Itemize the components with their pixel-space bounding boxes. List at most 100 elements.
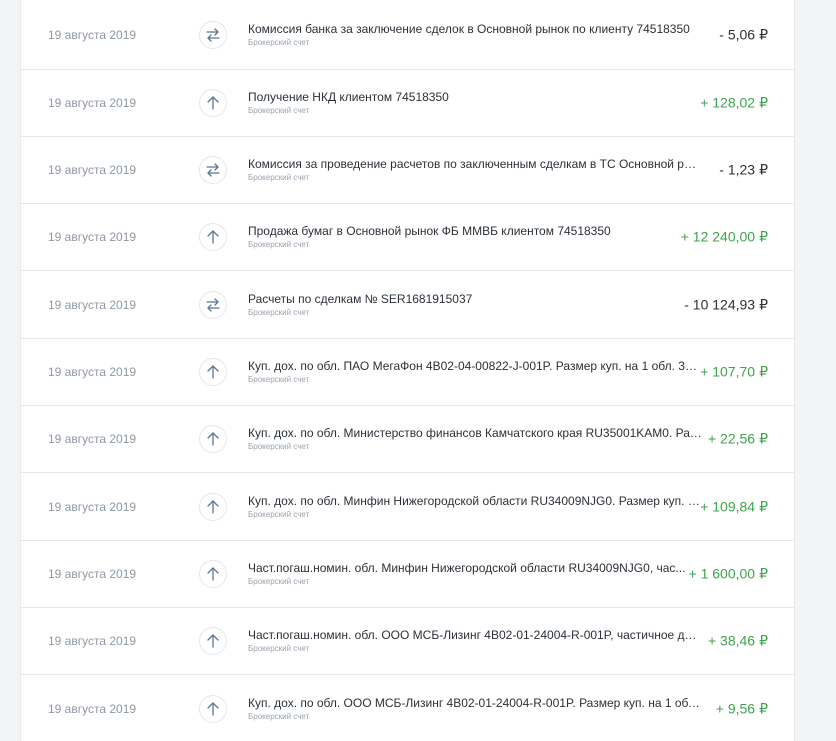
amount-value: + 22,56 — [707, 430, 756, 447]
operation-description: Част.погаш.номин. обл. ООО МСБ-Лизинг 4B… — [248, 628, 703, 654]
operation-date: 19 августа 2019 — [48, 298, 137, 312]
operation-row[interactable]: 19 августа 2019 Получение НКД клиентом 74… — [21, 70, 794, 137]
operation-account: Брокерский счет — [248, 510, 310, 519]
operation-title: Куп. дох. по обл. Министерство финансов … — [248, 426, 703, 440]
operation-amount: - 10 124,93 ₽ — [684, 297, 768, 314]
amount-value: - 10 124,93 — [684, 296, 756, 313]
currency-symbol: ₽ — [759, 161, 768, 178]
amount-value: + 38,46 — [707, 632, 756, 649]
operation-title: Куп. дох. по обл. ПАО МегаФон 4B02-04-00… — [248, 359, 703, 373]
amount-value: - 5,06 — [719, 26, 756, 42]
currency-symbol: ₽ — [759, 26, 768, 42]
operation-date: 19 августа 2019 — [48, 634, 137, 648]
operation-description: Получение НКД клиентом 74518350 Брокерски… — [248, 90, 703, 116]
operation-row[interactable]: 19 августа 2019 Куп. дох. по обл. ООО МСБ… — [21, 676, 794, 741]
operation-account: Брокерский счет — [248, 240, 310, 249]
operation-amount: + 109,84 ₽ — [700, 499, 768, 516]
operation-amount: + 38,46 ₽ — [708, 633, 768, 650]
operation-description: Куп. дох. по обл. Министерство финансов … — [248, 426, 703, 452]
amount-value: + 109,84 — [700, 498, 756, 515]
operation-title: Куп. дох. по обл. Минфин Нижегородской о… — [248, 494, 703, 508]
operation-description: Куп. дох. по обл. ООО МСБ-Лизинг 4B02-01… — [248, 696, 703, 722]
operation-row[interactable]: 19 августа 2019 Куп. дох. по обл. Министе… — [21, 406, 794, 473]
amount-value: + 12 240,00 — [680, 228, 756, 245]
operation-row[interactable]: 19 августа 2019 Продажа бумаг в Основной … — [21, 204, 794, 271]
operation-date: 19 августа 2019 — [48, 500, 137, 514]
operation-title: Комиссия банка за заключение сделок в Ос… — [248, 21, 690, 36]
currency-symbol: ₽ — [759, 94, 768, 111]
operation-title: Част.погаш.номин. обл. Минфин Нижегородс… — [248, 561, 686, 575]
operation-account: Брокерский счет — [248, 173, 310, 182]
amount-value: + 1 600,00 — [688, 565, 756, 582]
amount-value: + 128,02 — [700, 94, 756, 111]
operation-title: Комиссия за проведение расчетов по заклю… — [248, 157, 703, 171]
operation-description: Куп. дох. по обл. ПАО МегаФон 4B02-04-00… — [248, 359, 703, 385]
operation-date: 19 августа 2019 — [48, 432, 137, 446]
operation-row[interactable]: 19 августа 2019 Куп. дох. по обл. ПАО Мег… — [21, 339, 794, 406]
operation-description: Куп. дох. по обл. Минфин Нижегородской о… — [248, 494, 703, 520]
operation-date: 19 августа 2019 — [48, 163, 137, 177]
arrow-up-icon — [199, 560, 227, 588]
operation-amount: + 107,70 ₽ — [700, 364, 768, 381]
currency-symbol: ₽ — [759, 363, 768, 380]
operation-row[interactable]: 19 августа 2019 Част.погаш.номин. обл. ОО… — [21, 608, 794, 675]
operation-amount: - 1,23 ₽ — [719, 162, 768, 179]
currency-symbol: ₽ — [759, 700, 768, 717]
currency-symbol: ₽ — [759, 430, 768, 447]
operation-account: Брокерский счет — [248, 37, 310, 47]
operation-amount: + 12 240,00 ₽ — [681, 229, 768, 246]
operation-row[interactable]: 19 августа 2019 Расчеты по сделкам № SER1… — [21, 272, 794, 339]
operation-title: Част.погаш.номин. обл. ООО МСБ-Лизинг 4B… — [248, 628, 703, 642]
operation-date: 19 августа 2019 — [48, 27, 137, 42]
transfer-icon — [199, 156, 227, 184]
currency-symbol: ₽ — [759, 228, 768, 245]
operation-description: Расчеты по сделкам № SER1681915037 Брокер… — [248, 292, 703, 318]
operation-description: Комиссия банка за заключение сделок в Ос… — [248, 22, 703, 48]
operation-amount: + 22,56 ₽ — [708, 431, 768, 448]
operations-list: 19 августа 2019 Комиссия банка за заключе… — [20, 0, 795, 741]
operation-title: Куп. дох. по обл. ООО МСБ-Лизинг 4B02-01… — [248, 696, 703, 710]
currency-symbol: ₽ — [759, 498, 768, 515]
operation-description: Комиссия за проведение расчетов по заклю… — [248, 157, 703, 183]
operation-date: 19 августа 2019 — [48, 567, 137, 581]
operation-amount: - 5,06 ₽ — [719, 26, 768, 43]
currency-symbol: ₽ — [759, 632, 768, 649]
operation-account: Брокерский счет — [248, 644, 310, 653]
amount-value: + 107,70 — [700, 363, 756, 380]
arrow-up-icon — [199, 493, 227, 521]
operation-account: Брокерский счет — [248, 712, 310, 721]
arrow-up-icon — [199, 89, 227, 117]
operation-title: Расчеты по сделкам № SER1681915037 — [248, 292, 473, 306]
arrow-up-icon — [199, 695, 227, 723]
operation-date: 19 августа 2019 — [48, 230, 137, 244]
operation-date: 19 августа 2019 — [48, 702, 137, 716]
operation-description: Продажа бумаг в Основной рынок ФБ ММВБ к… — [248, 224, 703, 250]
operation-row[interactable]: 19 августа 2019 Комиссия за проведение ра… — [21, 137, 794, 204]
operation-account: Брокерский счет — [248, 375, 310, 384]
currency-symbol: ₽ — [759, 565, 768, 582]
operation-date: 19 августа 2019 — [48, 96, 137, 110]
operation-account: Брокерский счет — [248, 106, 310, 115]
amount-value: + 9,56 — [715, 700, 756, 717]
arrow-up-icon — [199, 358, 227, 386]
transfer-icon — [199, 20, 227, 49]
operation-description: Част.погаш.номин. обл. Минфин Нижегородс… — [248, 561, 703, 587]
currency-symbol: ₽ — [759, 296, 768, 313]
arrow-up-icon — [199, 627, 227, 655]
operation-date: 19 августа 2019 — [48, 365, 137, 379]
operation-account: Брокерский счет — [248, 577, 310, 586]
operation-account: Брокерский счет — [248, 308, 310, 317]
amount-value: - 1,23 — [719, 161, 756, 178]
operation-amount: + 1 600,00 ₽ — [689, 566, 768, 583]
operation-row[interactable]: 19 августа 2019 Куп. дох. по обл. Минфин … — [21, 474, 794, 541]
operation-account: Брокерский счет — [248, 442, 310, 451]
operation-row[interactable]: 19 августа 2019 Комиссия банка за заключе… — [21, 0, 794, 70]
operation-amount: + 128,02 ₽ — [700, 95, 768, 112]
operation-title: Продажа бумаг в Основной рынок ФБ ММВБ к… — [248, 224, 611, 238]
arrow-up-icon — [199, 223, 227, 251]
operation-row[interactable]: 19 августа 2019 Част.погаш.номин. обл. Ми… — [21, 541, 794, 608]
arrow-up-icon — [199, 425, 227, 453]
transfer-icon — [199, 291, 227, 319]
operation-title: Получение НКД клиентом 74518350 — [248, 90, 449, 104]
operation-amount: + 9,56 ₽ — [716, 701, 768, 718]
